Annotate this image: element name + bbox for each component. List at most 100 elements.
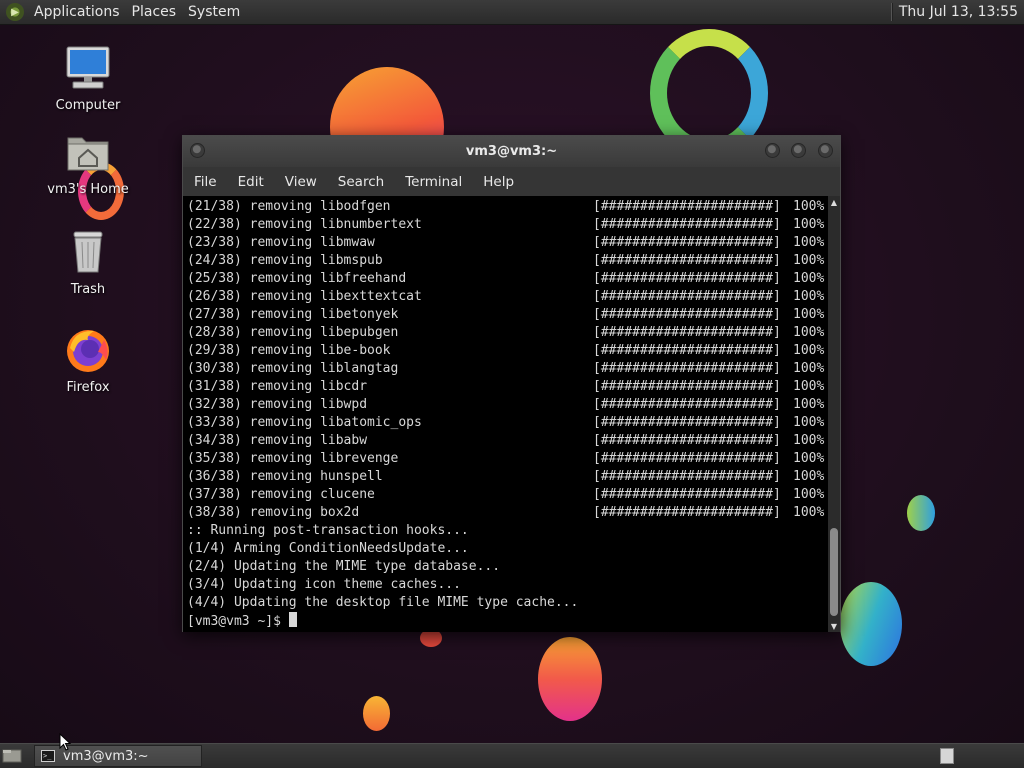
progress-percent: 100% (793, 505, 825, 520)
terminal-line: (28/38) removing libepubgen [############… (187, 324, 827, 342)
progress-percent: 100% (793, 343, 825, 358)
terminal-line: (24/38) removing libmspub [##############… (187, 252, 827, 270)
menu-help[interactable]: Help (476, 174, 521, 190)
desktop-icon-label: Computer (55, 98, 121, 113)
menu-search[interactable]: Search (331, 174, 391, 190)
progress-bar-text: [######################] (593, 325, 781, 340)
decorative-green-blue-bubble (907, 495, 935, 531)
terminal-line: (33/38) removing libatomic_ops [#########… (187, 414, 827, 432)
system-menu[interactable]: System (182, 0, 246, 25)
progress-bar-text: [######################] (593, 379, 781, 394)
progress-bar-text: [######################] (593, 307, 781, 322)
progress-bar-text: [######################] (593, 217, 781, 232)
desktop-icon-label: vm3's Home (47, 182, 129, 197)
removal-text: removing libatomic_ops (249, 415, 422, 430)
desktop-icon-home[interactable]: vm3's Home (38, 128, 138, 197)
terminal-line: (37/38) removing clucene [###############… (187, 486, 827, 504)
terminal-line: (36/38) removing hunspell [##############… (187, 468, 827, 486)
progress-bar-text: [######################] (593, 289, 781, 304)
progress-bar-text: [######################] (593, 253, 781, 268)
removal-step: (36/38) (187, 469, 242, 484)
window-title: vm3@vm3:~ (465, 144, 558, 159)
workspace-switcher[interactable] (940, 748, 954, 764)
desktop-icon-trash[interactable]: Trash (38, 228, 138, 297)
progress-percent: 100% (793, 469, 825, 484)
progress-percent: 100% (793, 325, 825, 340)
prompt-text: [vm3@vm3 ~]$ (187, 614, 281, 629)
shell-prompt[interactable]: [vm3@vm3 ~]$ (187, 612, 827, 630)
removal-step: (34/38) (187, 433, 242, 448)
terminal-line: (2/4) Updating the MIME type database... (187, 559, 501, 574)
terminal-line: (32/38) removing libwpd [################… (187, 396, 827, 414)
clock[interactable]: Thu Jul 13, 13:55 (899, 4, 1024, 20)
terminal-line: (34/38) removing libabw [################… (187, 432, 827, 450)
terminal-output[interactable]: (21/38) removing libodfgen [#############… (187, 198, 827, 630)
terminal-icon: >_ (41, 750, 55, 762)
progress-bar-text: [######################] (593, 469, 781, 484)
terminal-scrollbar[interactable]: ▲ ▼ (828, 196, 840, 632)
terminal-body[interactable]: (21/38) removing libodfgen [#############… (183, 196, 840, 632)
removal-step: (23/38) (187, 235, 242, 250)
removal-step: (28/38) (187, 325, 242, 340)
close-button[interactable] (818, 143, 833, 158)
terminal-window[interactable]: vm3@vm3:~ File Edit View Search Terminal… (182, 135, 841, 632)
removal-step: (30/38) (187, 361, 242, 376)
terminal-line: :: Running post-transaction hooks... (187, 523, 469, 538)
terminal-line: (1/4) Arming ConditionNeedsUpdate... (187, 541, 469, 556)
terminal-line: (26/38) removing libexttextcat [#########… (187, 288, 827, 306)
computer-icon (64, 44, 112, 92)
removal-text: removing libepubgen (249, 325, 399, 340)
progress-percent: 100% (793, 235, 825, 250)
terminal-line: (31/38) removing libcdr [################… (187, 378, 827, 396)
text-cursor (288, 612, 297, 627)
firefox-icon (64, 326, 112, 374)
removal-step: (27/38) (187, 307, 242, 322)
terminal-menubar: File Edit View Search Terminal Help (183, 167, 840, 196)
menu-terminal[interactable]: Terminal (398, 174, 469, 190)
progress-percent: 100% (793, 451, 825, 466)
desktop-icon-computer[interactable]: Computer (38, 44, 138, 113)
removal-step: (38/38) (187, 505, 242, 520)
progress-percent: 100% (793, 289, 825, 304)
progress-percent: 100% (793, 487, 825, 502)
removal-step: (31/38) (187, 379, 242, 394)
removal-text: removing libcdr (249, 379, 368, 394)
desktop-icon-label: Firefox (66, 380, 110, 395)
removal-text: removing libetonyek (249, 307, 399, 322)
terminal-line: (29/38) removing libe-book [#############… (187, 342, 827, 360)
decorative-pink-bubble (538, 637, 602, 721)
progress-percent: 100% (793, 397, 825, 412)
removal-step: (26/38) (187, 289, 242, 304)
progress-bar-text: [######################] (593, 397, 781, 412)
menu-file[interactable]: File (187, 174, 224, 190)
decorative-large-green-blue-bubble (840, 582, 902, 666)
removal-step: (22/38) (187, 217, 242, 232)
removal-text: removing libexttextcat (249, 289, 422, 304)
progress-percent: 100% (793, 271, 825, 286)
taskbar-item-label: vm3@vm3:~ (63, 748, 149, 764)
menu-view[interactable]: View (278, 174, 324, 190)
scrollbar-thumb[interactable] (830, 528, 838, 616)
clock-area: Thu Jul 13, 13:55 (890, 0, 1024, 25)
applications-menu[interactable]: Applications (28, 0, 126, 25)
maximize-button[interactable] (791, 143, 806, 158)
mate-logo-icon[interactable]: ▶ (6, 3, 24, 21)
progress-bar-text: [######################] (593, 433, 781, 448)
progress-bar-text: [######################] (593, 451, 781, 466)
window-menu-button[interactable] (190, 143, 205, 158)
window-titlebar[interactable]: vm3@vm3:~ (183, 136, 840, 167)
places-menu[interactable]: Places (126, 0, 183, 25)
removal-step: (32/38) (187, 397, 242, 412)
removal-text: removing libe-book (249, 343, 391, 358)
menu-edit[interactable]: Edit (231, 174, 271, 190)
progress-percent: 100% (793, 361, 825, 376)
terminal-line: (35/38) removing librevenge [############… (187, 450, 827, 468)
progress-bar-text: [######################] (593, 487, 781, 502)
terminal-line: (21/38) removing libodfgen [#############… (187, 198, 827, 216)
minimize-button[interactable] (765, 143, 780, 158)
show-desktop-button[interactable] (0, 745, 24, 767)
desktop-icon-firefox[interactable]: Firefox (38, 326, 138, 395)
bottom-panel: >_ vm3@vm3:~ (0, 743, 1024, 768)
scroll-down-arrow-icon[interactable]: ▼ (828, 620, 840, 632)
scroll-up-arrow-icon[interactable]: ▲ (828, 196, 840, 208)
